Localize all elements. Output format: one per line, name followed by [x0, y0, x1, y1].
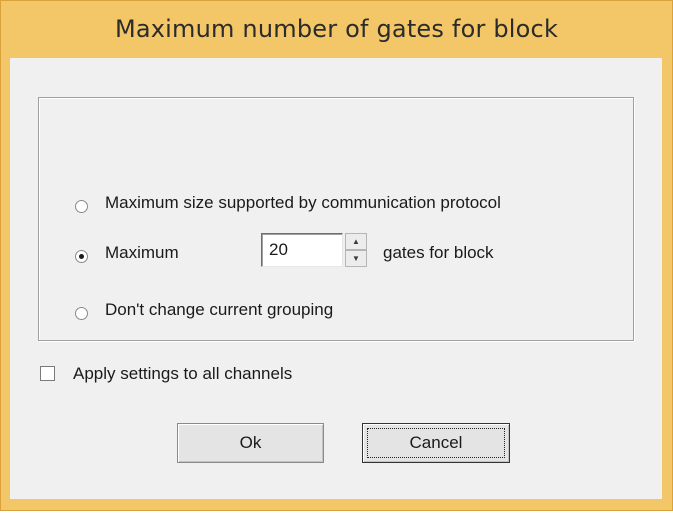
radio-max-protocol[interactable] [75, 200, 88, 213]
max-gates-input[interactable]: 20 [261, 233, 343, 267]
arrow-up-icon: ▲ [352, 236, 360, 246]
arrow-down-icon: ▼ [352, 253, 360, 263]
radio-maximum[interactable] [75, 250, 88, 263]
ok-button-label: Ok [239, 433, 262, 452]
ok-button[interactable]: Ok [177, 423, 324, 463]
dialog-window: Maximum number of gates for block Maximu… [0, 0, 673, 511]
radio-dont-change[interactable] [75, 307, 88, 320]
radio-max-protocol-label[interactable]: Maximum size supported by communication … [105, 193, 501, 213]
spin-up-button[interactable]: ▲ [345, 233, 367, 250]
radio-dont-change-label[interactable]: Don't change current grouping [105, 300, 333, 320]
focus-rectangle [367, 428, 505, 458]
gates-for-block-label: gates for block [383, 243, 494, 262]
spin-down-button[interactable]: ▼ [345, 250, 367, 267]
dialog-title: Maximum number of gates for block [114, 15, 559, 43]
cancel-button[interactable]: Cancel [362, 423, 510, 463]
title-bar[interactable]: Maximum number of gates for block [1, 1, 672, 59]
max-gates-spinner[interactable]: ▲ ▼ [345, 233, 367, 267]
dialog-client-area: Maximum size supported by communication … [10, 58, 662, 499]
options-group: Maximum size supported by communication … [38, 97, 634, 341]
apply-all-label[interactable]: Apply settings to all channels [73, 364, 292, 384]
radio-maximum-label[interactable]: Maximum [105, 243, 179, 263]
apply-all-checkbox[interactable] [40, 366, 55, 381]
